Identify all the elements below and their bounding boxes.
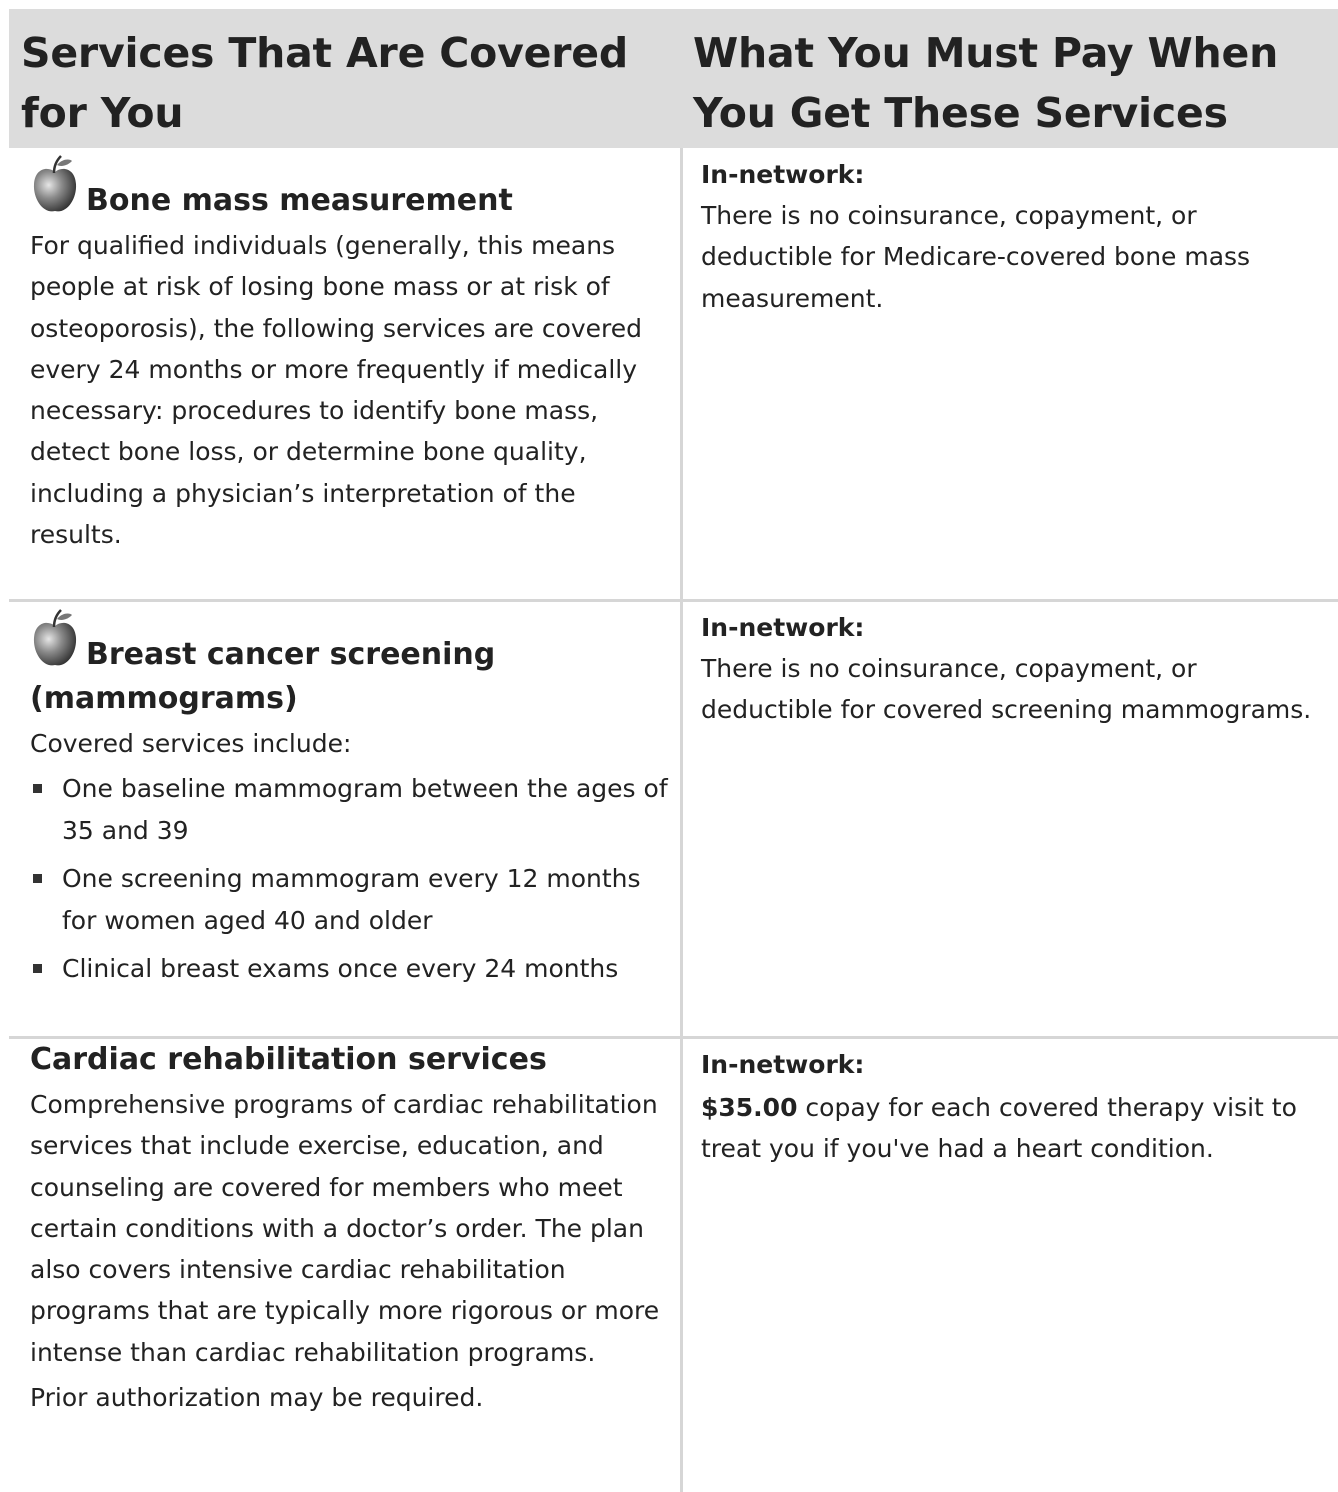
row-divider (9, 599, 1338, 602)
service-title: Bone mass measurement (30, 154, 670, 223)
table-row-cardiac-rehab-cost: In-network: $35.00 copay for each covere… (701, 1044, 1331, 1170)
table-header: Services That Are Covered for You What Y… (9, 9, 1338, 148)
table-row-cardiac-rehab-service: Cardiac rehabilitation services Comprehe… (30, 1038, 670, 1418)
list-item: One baseline mammogram between the ages … (30, 768, 670, 852)
column-divider (680, 148, 683, 1492)
cost-description: $35.00 copay for each covered therapy vi… (701, 1093, 1297, 1164)
bullet-square-icon (33, 874, 42, 884)
table-row-bone-mass-service: Bone mass measurement For qualified indi… (30, 154, 670, 555)
apple-icon (30, 154, 80, 216)
in-network-label: In-network: (701, 613, 865, 642)
service-intro: Covered services include: (30, 729, 352, 758)
service-title: Cardiac rehabilitation services (30, 1042, 547, 1077)
prior-authorization-note: Prior authorization may be required. (30, 1383, 484, 1413)
table-row-mammogram-cost: In-network: There is no coinsurance, cop… (701, 607, 1331, 731)
covered-services-list: One baseline mammogram between the ages … (30, 768, 670, 990)
copay-amount: $35.00 (701, 1093, 798, 1122)
apple-icon (30, 608, 80, 670)
bullet-square-icon (33, 964, 42, 974)
in-network-label: In-network: (701, 160, 865, 189)
table-row-bone-mass-cost: In-network: There is no coinsurance, cop… (701, 154, 1331, 319)
list-item: Clinical breast exams once every 24 mont… (30, 948, 670, 990)
header-what-you-pay: What You Must Pay When You Get These Ser… (693, 29, 1279, 137)
bullet-square-icon (33, 784, 42, 794)
cost-description: There is no coinsurance, copayment, or d… (701, 201, 1251, 313)
cost-description: There is no coinsurance, copayment, or d… (701, 654, 1312, 725)
header-covered-services: Services That Are Covered for You (21, 29, 629, 137)
service-description: Comprehensive programs of cardiac rehabi… (30, 1090, 660, 1367)
service-description: For qualified individuals (generally, th… (30, 231, 643, 550)
table-row-mammogram-service: Breast cancer screening (mammograms) Cov… (30, 608, 670, 996)
service-title: Breast cancer screening (mammograms) (30, 608, 670, 721)
list-item: One screening mammogram every 12 months … (30, 858, 670, 942)
in-network-label: In-network: (701, 1050, 865, 1079)
benefits-table: Services That Are Covered for You What Y… (9, 9, 1338, 1492)
